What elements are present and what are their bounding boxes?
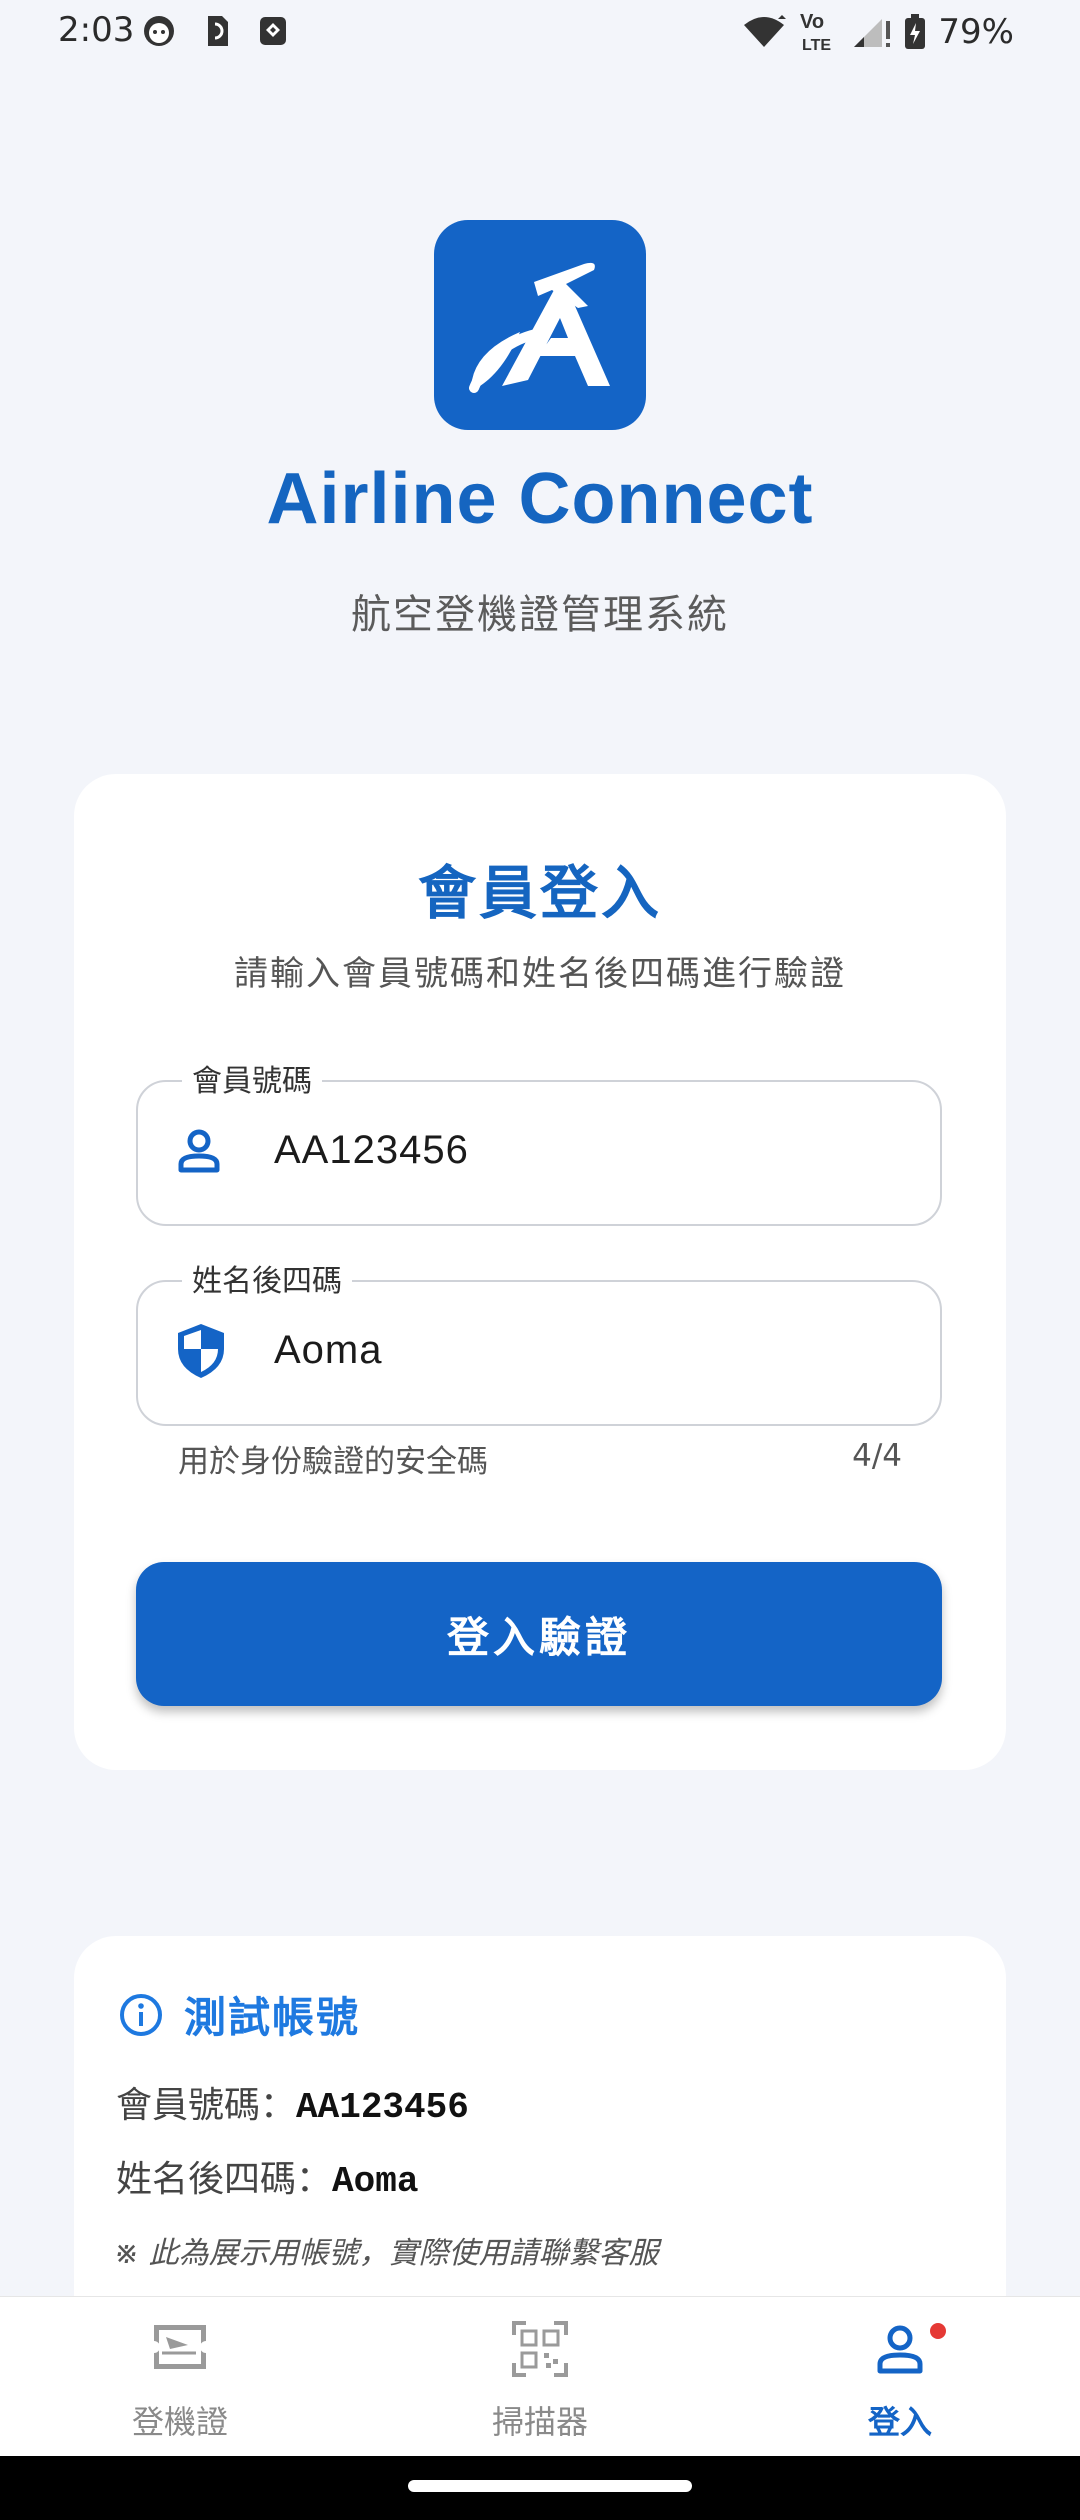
gesture-navigation-bar (0, 2456, 1080, 2520)
test-account-card: 測試帳號 會員號碼：AA123456 姓名後四碼：Aoma ※ 此為展示用帳號，… (74, 1936, 1006, 2356)
nav-label-boarding-pass: 登機證 (131, 2403, 228, 2441)
wifi-icon (744, 15, 787, 47)
helper-text: 用於身份驗證的安全碼 (178, 1444, 488, 1480)
nav-label-login: 登入 (867, 2403, 932, 2441)
battery-percentage: 79% (938, 12, 1014, 52)
nav-item-scanner[interactable]: 掃描器 (360, 2297, 720, 2457)
app-subtitle: 航空登機證管理系統 (351, 592, 729, 638)
boarding-pass-icon (154, 2325, 206, 2369)
app-logo (434, 220, 646, 430)
name-last-four-input[interactable]: Aoma (274, 1328, 383, 1373)
test-member-line: 會員號碼：AA123456 (116, 2076, 469, 2128)
test-member-label: 會員號碼： (116, 2085, 297, 2126)
info-icon (120, 1993, 162, 2036)
member-number-field[interactable]: 會員號碼 AA123456 (136, 1056, 942, 1226)
volte-icon: Vo LTE (800, 11, 831, 54)
login-verify-button[interactable]: 登入驗證 (136, 1562, 942, 1706)
test-account-note: ※ 此為展示用帳號，實際使用請聯繫客服 (114, 2236, 659, 2271)
bottom-navigation: 登機證 掃描器 登入 (0, 2296, 1080, 2456)
status-notification-icons (142, 14, 288, 48)
test-name-line: 姓名後四碼：Aoma (116, 2150, 418, 2202)
login-subtitle: 請輸入會員號碼和姓名後四碼進行驗證 (234, 954, 846, 994)
test-account-header: 測試帳號 (118, 1984, 360, 2045)
qr-scanner-icon (512, 2321, 568, 2377)
person-icon (877, 2325, 923, 2374)
test-account-title: 測試帳號 (184, 1993, 361, 2042)
svg-text:Vo: Vo (800, 11, 824, 33)
nav-item-boarding-pass[interactable]: 登機證 (0, 2297, 360, 2457)
screen: 2:03 Vo LTE 79% Airline Connect 航空登機證管理系… (0, 0, 1080, 2520)
test-name-label: 姓名後四碼： (116, 2159, 333, 2200)
face-notification-icon (144, 16, 174, 46)
login-card: 會員登入 請輸入會員號碼和姓名後四碼進行驗證 會員號碼 AA123456 姓名後… (74, 774, 1006, 1770)
sim-notification-icon (208, 16, 228, 46)
nav-label-scanner: 掃描器 (491, 2403, 588, 2441)
nav-item-login[interactable]: 登入 (720, 2297, 1080, 2457)
test-name-value: Aoma (332, 2161, 419, 2202)
login-title: 會員登入 (417, 859, 662, 927)
status-time: 2:03 (58, 10, 135, 50)
member-number-label: 會員號碼 (182, 1056, 322, 1100)
app-title: Airline Connect (266, 459, 814, 539)
home-gesture-handle[interactable] (408, 2480, 692, 2492)
battery-charging-icon (905, 14, 926, 49)
app-notification-icon (260, 17, 286, 45)
name-last-four-label: 姓名後四碼 (182, 1256, 352, 1300)
name-last-four-field[interactable]: 姓名後四碼 Aoma (136, 1256, 942, 1426)
shield-icon (178, 1324, 224, 1378)
airline-logo-icon (469, 262, 610, 393)
notification-badge (930, 2323, 946, 2339)
svg-text:LTE: LTE (802, 37, 831, 54)
character-counter: 4/4 (852, 1438, 902, 1474)
person-icon (178, 1129, 220, 1173)
signal-icon (854, 19, 891, 47)
member-number-input[interactable]: AA123456 (274, 1128, 469, 1173)
status-system-icons: Vo LTE 79% (742, 10, 1014, 54)
test-member-value: AA123456 (296, 2087, 469, 2128)
status-bar: 2:03 Vo LTE 79% (0, 0, 1080, 64)
